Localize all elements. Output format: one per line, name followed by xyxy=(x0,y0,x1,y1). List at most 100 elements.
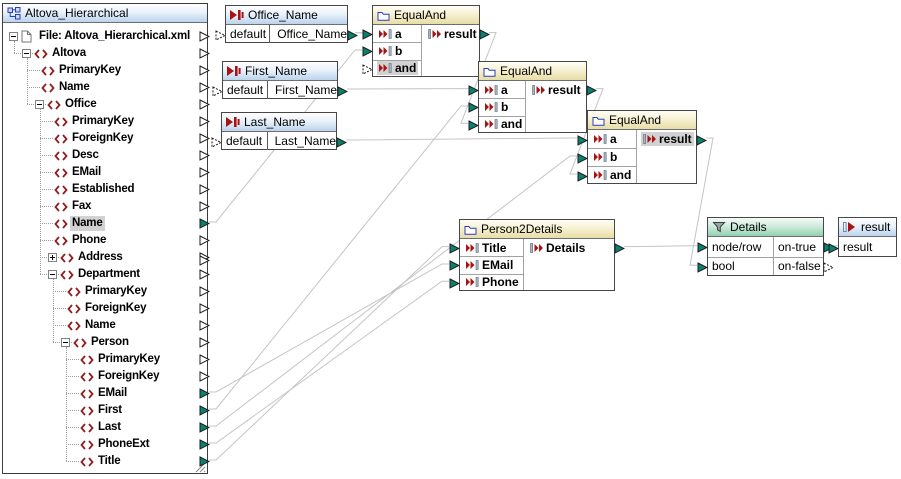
component-header[interactable]: First_Name xyxy=(223,62,337,81)
tree-item-primarykey[interactable]: PrimaryKey xyxy=(3,113,207,130)
collapse-icon[interactable] xyxy=(9,32,18,41)
input-connector[interactable] xyxy=(577,169,588,180)
output-connector[interactable] xyxy=(696,133,707,144)
tree-item-name[interactable]: Name xyxy=(3,79,207,96)
filter-details[interactable]: Detailsnode/rowon-trueboolon-false xyxy=(707,217,824,276)
value-output-connector[interactable] xyxy=(347,28,358,39)
tree-item-phone[interactable]: Phone xyxy=(3,232,207,249)
output-connector[interactable] xyxy=(614,241,625,252)
collapse-icon[interactable] xyxy=(22,49,31,58)
tree-output-connector[interactable] xyxy=(199,286,210,297)
tree-item-foreignkey[interactable]: ForeignKey xyxy=(3,130,207,147)
tree-header[interactable]: Altova_Hierarchical xyxy=(3,4,207,23)
tree-item-altova[interactable]: Altova xyxy=(3,45,207,62)
input-connector[interactable] xyxy=(468,100,479,111)
constant-first-name[interactable]: First_NamedefaultFirst_Name xyxy=(222,61,338,99)
input-connector[interactable] xyxy=(468,118,479,129)
tree-output-connector[interactable] xyxy=(199,133,210,144)
tree-item-phoneext[interactable]: PhoneExt xyxy=(3,436,207,453)
input-connector[interactable] xyxy=(449,276,460,287)
default-input-connector[interactable] xyxy=(215,28,226,39)
tree-output-connector[interactable] xyxy=(199,31,210,42)
filter-right-row[interactable]: on-true xyxy=(774,237,823,257)
tree-item-foreignkey[interactable]: ForeignKey xyxy=(3,300,207,317)
function-input-row[interactable]: and xyxy=(588,166,636,184)
tree-output-connector[interactable] xyxy=(199,320,210,331)
function-input-row[interactable]: and xyxy=(373,60,421,77)
function-person2details[interactable]: Person2DetailsTitleEMailPhoneDetails xyxy=(459,219,615,291)
filter-output-connector[interactable] xyxy=(823,260,834,271)
function-output-row[interactable]: result xyxy=(526,81,586,98)
tree-item-established[interactable]: Established xyxy=(3,181,207,198)
tree-output-connector[interactable] xyxy=(199,218,210,229)
filter-left-row[interactable]: node/row xyxy=(708,237,773,257)
function-equaland-3[interactable]: EqualAndabandresult xyxy=(587,110,697,184)
default-cell[interactable]: default xyxy=(226,25,270,43)
connection-wire[interactable] xyxy=(209,247,449,460)
tree-item-first[interactable]: First xyxy=(3,402,207,419)
default-cell[interactable]: default xyxy=(223,81,268,99)
constant-office-name[interactable]: Office_NamedefaultOffice_Name xyxy=(225,5,348,43)
tree-item-desc[interactable]: Desc xyxy=(3,147,207,164)
function-equaland-2[interactable]: EqualAndaband result xyxy=(478,61,587,133)
function-input-row[interactable]: and xyxy=(479,116,525,133)
tree-output-connector[interactable] xyxy=(199,184,210,195)
tree-item-last[interactable]: Last xyxy=(3,419,207,436)
default-input-connector[interactable] xyxy=(211,135,222,146)
tree-output-connector[interactable] xyxy=(199,269,210,280)
collapse-icon[interactable] xyxy=(48,270,57,279)
function-output-row[interactable]: result xyxy=(637,130,696,148)
input-connector[interactable] xyxy=(362,44,373,55)
function-output-row[interactable]: result xyxy=(422,25,479,42)
tree-output-connector[interactable] xyxy=(199,65,210,76)
tree-item-foreignkey[interactable]: ForeignKey xyxy=(3,368,207,385)
connection-wire[interactable] xyxy=(624,246,697,247)
value-cell[interactable]: First_Name xyxy=(271,81,337,99)
function-input-row[interactable]: b xyxy=(588,148,636,166)
tree-item-name[interactable]: Name xyxy=(3,317,207,334)
function-input-row[interactable]: b xyxy=(479,98,525,115)
component-header[interactable]: EqualAnd xyxy=(588,111,696,130)
connection-wire[interactable] xyxy=(346,138,577,140)
function-input-row[interactable]: Title xyxy=(460,239,523,256)
function-equaland-1[interactable]: EqualAndabandresult xyxy=(372,5,480,77)
function-output-row[interactable]: Details xyxy=(524,239,614,256)
tree-item-file-altova-hierarchical-xml[interactable]: File: Altova_Hierarchical.xml xyxy=(3,28,207,45)
tree-output-connector[interactable] xyxy=(199,116,210,127)
tree-output-connector[interactable] xyxy=(199,48,210,59)
input-connector[interactable] xyxy=(449,241,460,252)
component-header[interactable]: Last_Name xyxy=(222,113,336,132)
tree-output-connector[interactable] xyxy=(199,371,210,382)
tree-output-connector[interactable] xyxy=(199,150,210,161)
default-input-connector[interactable] xyxy=(212,84,223,95)
tree-item-primarykey[interactable]: PrimaryKey xyxy=(3,62,207,79)
filter-left-row[interactable]: bool xyxy=(708,257,773,277)
tree-item-primarykey[interactable]: PrimaryKey xyxy=(3,283,207,300)
tree-item-email[interactable]: EMail xyxy=(3,385,207,402)
output-body-row[interactable]: result xyxy=(839,237,896,257)
component-header[interactable]: EqualAnd xyxy=(479,62,586,81)
value-output-connector[interactable] xyxy=(336,135,347,146)
tree-item-email[interactable]: EMail xyxy=(3,164,207,181)
component-header[interactable]: Person2Details xyxy=(460,220,614,239)
function-input-row[interactable]: a xyxy=(588,130,636,148)
tree-item-department[interactable]: Department xyxy=(3,266,207,283)
input-connector[interactable] xyxy=(362,62,373,73)
function-input-row[interactable]: a xyxy=(479,81,525,98)
constant-last-name[interactable]: Last_NamedefaultLast_Name xyxy=(221,112,337,150)
tree-output-connector[interactable] xyxy=(199,337,210,348)
component-header[interactable]: EqualAnd xyxy=(373,6,479,25)
value-cell[interactable]: Office_Name xyxy=(273,25,347,43)
expand-icon[interactable] xyxy=(48,253,57,262)
tree-item-office[interactable]: Office xyxy=(3,96,207,113)
input-connector[interactable] xyxy=(449,258,460,269)
function-input-row[interactable]: a xyxy=(373,25,421,42)
input-connector[interactable] xyxy=(468,83,479,94)
input-connector[interactable] xyxy=(577,133,588,144)
output-connector[interactable] xyxy=(479,27,490,38)
tree-output-connector[interactable] xyxy=(199,167,210,178)
default-cell[interactable]: default xyxy=(222,132,268,150)
tree-output-connector[interactable] xyxy=(199,82,210,93)
connection-wire[interactable] xyxy=(209,156,577,426)
component-header[interactable]: Office_Name xyxy=(226,6,347,25)
